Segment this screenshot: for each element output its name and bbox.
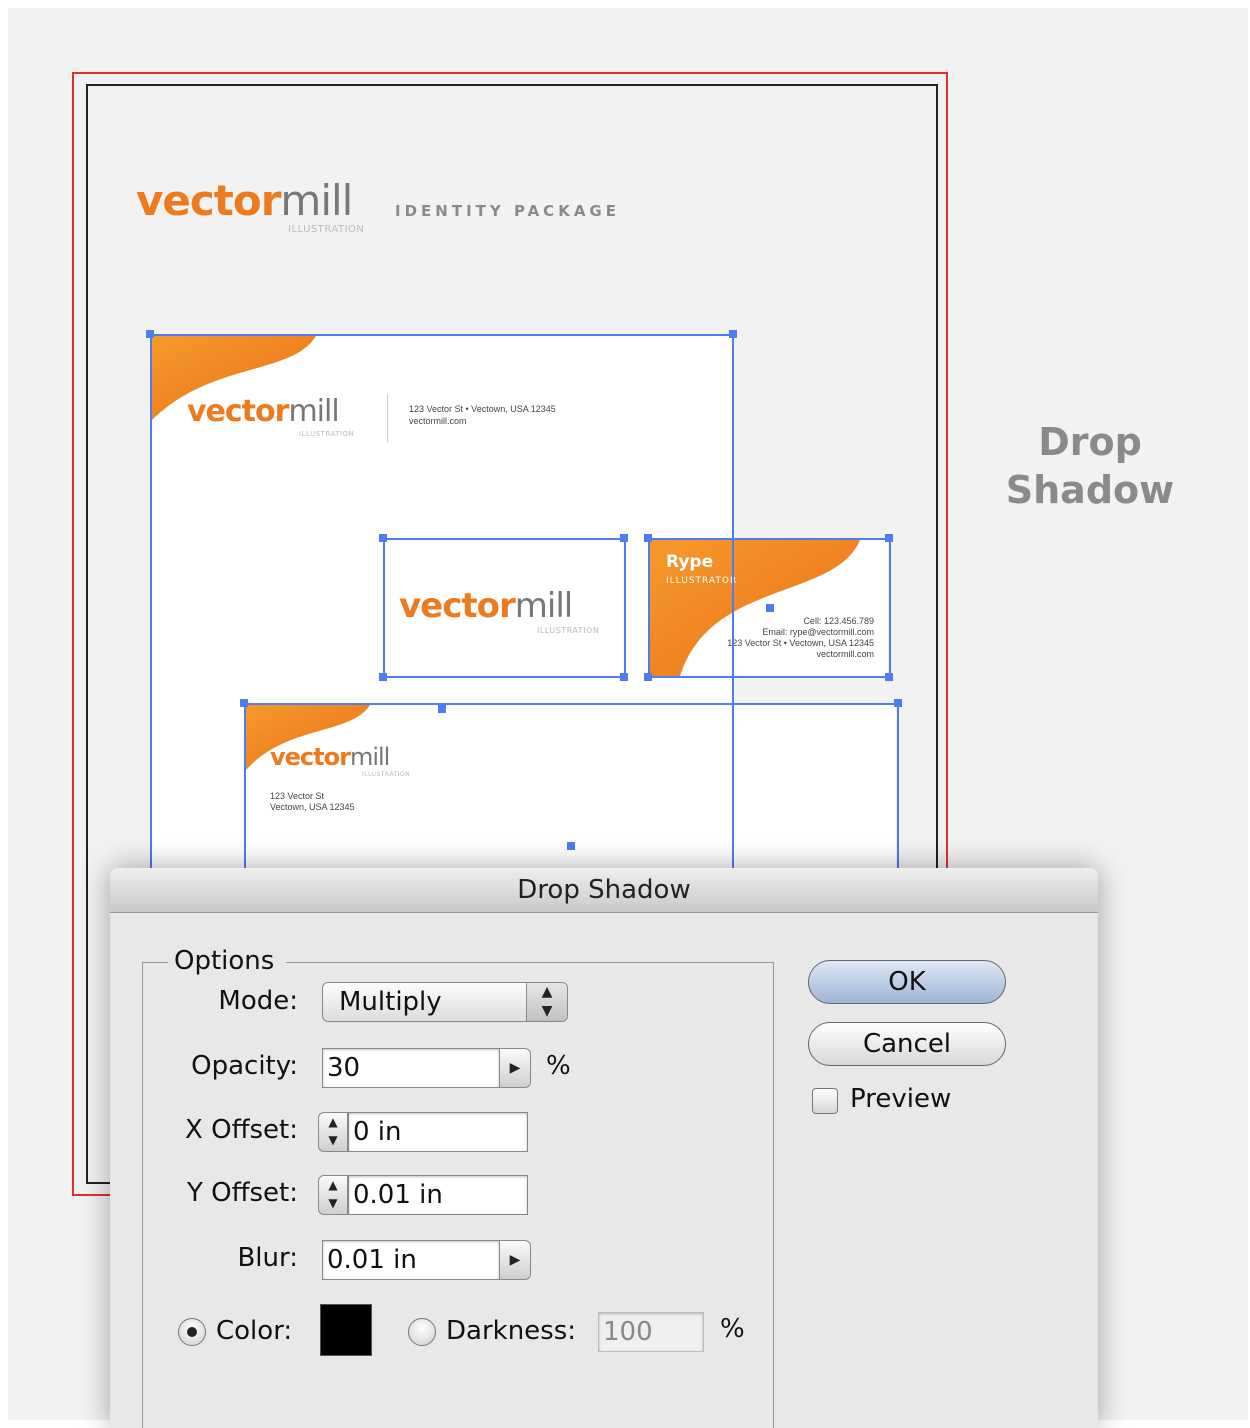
selection-handle[interactable] (620, 673, 628, 681)
darkness-input[interactable]: 100 (598, 1312, 704, 1352)
blur-label: Blur: (237, 1243, 298, 1273)
mode-value: Multiply (339, 987, 442, 1017)
drop-shadow-dialog: Drop Shadow Options Mode: Multiply ▲ ▼ Op… (110, 868, 1098, 1428)
selection-handle[interactable] (729, 330, 737, 338)
dialog-title: Drop Shadow (110, 868, 1098, 913)
selection-center-point[interactable] (567, 842, 575, 850)
y-offset-stepper[interactable]: ▲ ▼ (318, 1175, 348, 1215)
darkness-label: Darkness: (446, 1316, 577, 1346)
radio-selected-dot (187, 1327, 197, 1337)
color-radio[interactable] (178, 1318, 206, 1346)
x-offset-stepper[interactable]: ▲ ▼ (318, 1112, 348, 1152)
cancel-button[interactable]: Cancel (808, 1022, 1006, 1066)
envelope-selection[interactable] (244, 703, 899, 893)
logo-vector-text: vector (136, 176, 281, 225)
opacity-percent: % (546, 1051, 571, 1081)
selection-handle[interactable] (644, 534, 652, 542)
x-offset-label: X Offset: (185, 1115, 298, 1145)
logo-card-selection[interactable] (383, 538, 626, 678)
header-logo: vectormill ILLUSTRATION (136, 176, 364, 235)
darkness-radio[interactable] (408, 1318, 436, 1346)
side-title: Drop Shadow (1005, 418, 1175, 514)
darkness-percent: % (720, 1314, 745, 1344)
ok-button[interactable]: OK (808, 960, 1006, 1004)
preview-label: Preview (850, 1084, 952, 1114)
y-offset-input[interactable]: 0.01 in (348, 1175, 528, 1215)
select-arrows-icon: ▲ ▼ (526, 983, 567, 1021)
selection-center-point[interactable] (766, 604, 774, 612)
identity-package-label: IDENTITY PACKAGE (395, 202, 620, 220)
selection-handle[interactable] (644, 673, 652, 681)
opacity-slider-button[interactable]: ▶ (499, 1048, 531, 1088)
shadow-color-swatch[interactable] (320, 1304, 372, 1356)
selection-handle[interactable] (885, 534, 893, 542)
opacity-label: Opacity: (191, 1051, 298, 1081)
selection-handle[interactable] (894, 699, 902, 707)
logo-mill-text: mill (280, 176, 353, 225)
selection-handle[interactable] (240, 699, 248, 707)
color-label: Color: (216, 1316, 293, 1346)
opacity-input[interactable]: 30 (322, 1048, 500, 1088)
side-title-line-1: Drop (1038, 420, 1142, 464)
blur-slider-button[interactable]: ▶ (499, 1240, 531, 1280)
selection-handle[interactable] (379, 673, 387, 681)
x-offset-input[interactable]: 0 in (348, 1112, 528, 1152)
selection-handle[interactable] (146, 330, 154, 338)
mode-select[interactable]: Multiply ▲ ▼ (322, 982, 568, 1022)
preview-checkbox[interactable] (812, 1088, 838, 1114)
options-legend: Options (168, 946, 287, 976)
side-title-line-2: Shadow (1005, 468, 1175, 512)
y-offset-label: Y Offset: (186, 1178, 298, 1208)
selection-handle[interactable] (885, 673, 893, 681)
logo-subtitle: ILLUSTRATION (288, 224, 365, 235)
mode-label: Mode: (218, 986, 298, 1016)
blur-input[interactable]: 0.01 in (322, 1240, 500, 1280)
selection-handle[interactable] (620, 534, 628, 542)
selection-handle[interactable] (379, 534, 387, 542)
selection-handle[interactable] (438, 705, 446, 713)
